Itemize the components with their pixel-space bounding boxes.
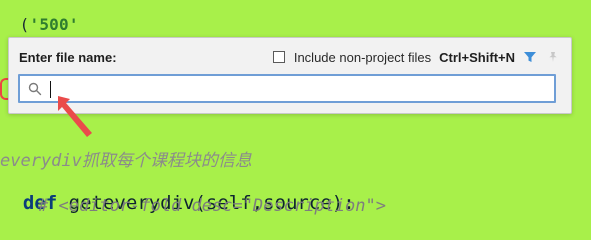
text-caret (50, 81, 51, 98)
code-comment-line: everydiv抓取每个课程块的信息 (0, 151, 252, 171)
red-arrow-icon (58, 96, 92, 137)
include-non-project-label: Include non-project files (293, 49, 432, 65)
dialog-title: Enter file name: (19, 49, 117, 65)
dialog-header: Enter file name: Include non-project fil… (19, 47, 561, 67)
code-line-top-prefix: ( (19, 15, 30, 34)
pin-icon[interactable] (545, 49, 561, 65)
code-line-top-string: '500' (29, 15, 79, 34)
code-fold-line: # <editor-fold desc="Description"> (38, 196, 386, 216)
search-icon (28, 82, 42, 96)
filter-icon[interactable] (522, 49, 538, 65)
shortcut-text: Ctrl+Shift+N (439, 49, 515, 65)
search-box[interactable] (18, 74, 556, 103)
include-non-project-checkbox[interactable] (272, 51, 285, 63)
code-line-top: ('500' (0, 0, 79, 34)
search-input[interactable] (50, 79, 548, 99)
dialog-options: Include non-project files Ctrl+Shift+N (272, 49, 561, 65)
